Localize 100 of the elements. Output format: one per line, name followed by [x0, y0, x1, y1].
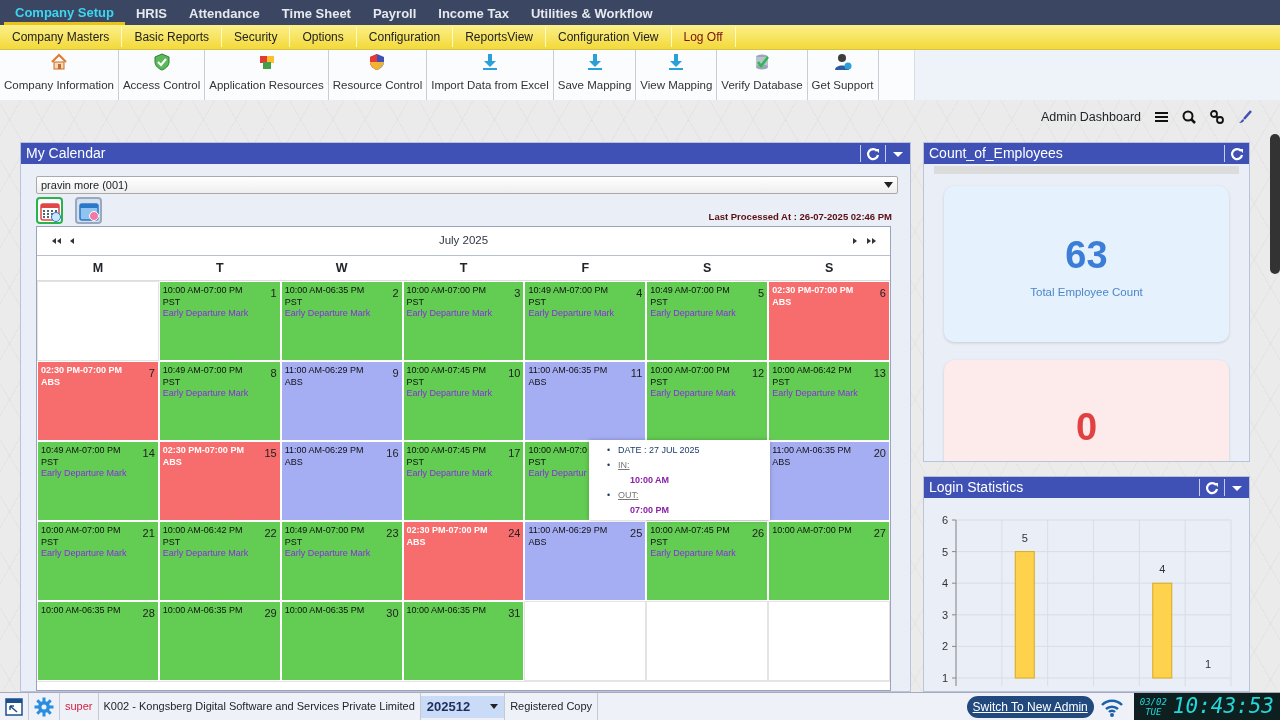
toolbar-button[interactable]: Verify Database — [717, 50, 808, 100]
day-cell[interactable]: 10:49 AM-07:00 PM PST Early Departure Mark 14 — [37, 441, 159, 521]
menu-icon[interactable] — [1155, 111, 1168, 124]
shift-time: 11:00 AM-06:29 PM — [284, 445, 364, 457]
day-cell[interactable]: 10:00 AM-06:35 PM 31 — [402, 601, 525, 681]
log-off-menu-item[interactable]: Log Off — [671, 27, 736, 47]
day-cell[interactable]: 10:00 AM-07:00 PM PST Early Departure Mark 1 — [158, 281, 281, 361]
scrollbar[interactable] — [1270, 134, 1280, 274]
day-cell[interactable]: 10:49 AM-07:00 PM PST Early Departure Mark 5 — [646, 281, 769, 361]
day-cell[interactable]: 11:00 AM-06:35 PM ABS 20 — [768, 441, 890, 521]
day-cell[interactable]: 10:00 AM-07:45 PM PST Early Departure Mark 10 — [402, 361, 525, 441]
status-code: PST — [406, 376, 425, 388]
shift-time: 10:00 AM-07:00 PM — [650, 365, 730, 377]
remark-text: Early Departure Mark — [406, 388, 493, 400]
day-cell[interactable]: 10:00 AM-06:42 PM PST Early Departure Mark 22 — [158, 521, 281, 601]
day-cell[interactable]: 11:00 AM-06:35 PM ABS 11 — [524, 361, 647, 441]
remark-text: Early Departure Mark — [650, 308, 736, 320]
calendar-view-button[interactable] — [36, 197, 63, 224]
house-icon — [49, 52, 68, 71]
day-cell[interactable] — [524, 601, 647, 681]
day-number: 26 — [751, 528, 765, 540]
menu-item[interactable]: Options — [290, 27, 357, 47]
gear-icon[interactable] — [34, 696, 54, 717]
day-cell[interactable]: 10:49 AM-07:00 PM PST Early Departure Mark 4 — [524, 281, 647, 361]
module-tab[interactable]: Attendance — [178, 0, 271, 25]
day-cell[interactable]: 10:00 AM-06:42 PM PST Early Departure Mark 13 — [768, 361, 890, 441]
day-cell[interactable]: 11:00 AM-06:29 PM ABS 16 — [280, 441, 403, 521]
day-number: 15 — [264, 448, 277, 460]
employee-dropdown[interactable]: pravin more (001) — [36, 176, 898, 194]
day-cell[interactable]: 10:00 AM-07:00 PM PST Early Departure Mark 21 — [37, 521, 159, 601]
switch-admin-button[interactable]: Switch To New Admin — [966, 695, 1094, 718]
day-number: 11 — [630, 368, 643, 380]
clock-date: 03/02 — [1139, 696, 1167, 707]
day-cell[interactable]: 10:00 AM-06:35 PM 28 — [37, 601, 159, 681]
day-cell[interactable] — [37, 281, 159, 361]
toolbar-button[interactable]: View Mapping — [636, 50, 718, 100]
day-cell[interactable]: 10:00 AM-07:45 PM PST Early Departure Mark 17 — [402, 441, 525, 521]
module-tab[interactable]: Utilities & Workflow — [519, 0, 664, 25]
day-cell[interactable]: 02:30 PM-07:00 PM ABS 7 — [37, 361, 159, 441]
day-number: 27 — [873, 528, 886, 540]
status-code: PST — [528, 456, 546, 468]
day-cell[interactable]: 10:00 AM-07:00 PM 27 — [768, 521, 890, 601]
menu-item[interactable]: Security — [222, 27, 291, 47]
count-label: Total Employee Count — [1030, 284, 1143, 300]
day-cell[interactable]: 02:30 PM-07:00 PM ABS 24 — [402, 521, 525, 601]
day-cell[interactable]: 10:00 AM-06:35 PM 30 — [280, 601, 403, 681]
toolbar-button[interactable]: Import Data from Excel — [427, 50, 554, 100]
toolbar-button[interactable]: Company Information — [0, 50, 119, 100]
day-cell[interactable]: 10:49 AM-07:00 PM PST Early Departure Mark 8 — [158, 361, 281, 441]
period-dropdown[interactable]: 202512 — [420, 695, 505, 718]
day-cell[interactable]: 10:00 AM-06:35 PM PST Early Departure Mark 2 — [280, 281, 403, 361]
brush-icon[interactable] — [1238, 110, 1252, 125]
day-cell[interactable]: 11:00 AM-06:29 PM ABS 25 — [524, 521, 647, 601]
day-cell[interactable]: 10:00 AM-06:35 PM 29 — [158, 601, 281, 681]
menu-item[interactable]: Configuration View — [546, 27, 672, 47]
toolbar-button[interactable]: Save Mapping — [553, 50, 637, 100]
module-tab[interactable]: Payroll — [361, 0, 428, 25]
shift-time: 10:00 AM-07:00 PM — [162, 285, 243, 297]
menu-item[interactable]: Company Masters — [0, 27, 123, 47]
weekday-header: F — [580, 259, 591, 277]
link-icon[interactable] — [1210, 110, 1224, 125]
window-icon[interactable] — [5, 697, 23, 716]
day-number: 31 — [508, 608, 521, 620]
day-number: 8 — [270, 368, 277, 380]
status-code: PST — [406, 456, 425, 468]
day-number: 21 — [142, 528, 155, 540]
module-tab[interactable]: HRIS — [124, 0, 179, 25]
calendar-view-button[interactable] — [75, 197, 102, 224]
day-cell[interactable]: 10:00 AM-07:00 PM PST Early Departure Mark 3 — [402, 281, 525, 361]
license-text: Registered Copy — [510, 699, 593, 715]
shift-time: 10:00 AM-06:35 PM — [284, 285, 365, 297]
toolbar-button[interactable]: Access Control — [118, 50, 206, 100]
day-cell[interactable] — [768, 601, 890, 681]
menu-item[interactable]: Basic Reports — [122, 27, 223, 47]
day-number: 1 — [270, 288, 277, 300]
day-cell[interactable]: 02:30 PM-07:00 PM ABS 6 — [768, 281, 890, 361]
status-code: ABS — [284, 376, 303, 388]
day-cell[interactable] — [646, 601, 769, 681]
shift-time: 10:00 AM-06:35 PM — [41, 605, 121, 617]
module-tab[interactable]: Time Sheet — [270, 0, 362, 25]
day-cell[interactable]: 10:00 AM-07:45 PM PST Early Departure Mark 26 — [646, 521, 769, 601]
clock-time: 10:43:53 — [1172, 692, 1274, 720]
toolbar-button[interactable]: Application Resources — [205, 50, 329, 100]
remark-text: Early Departure Mark — [772, 388, 858, 400]
day-cell[interactable]: 10:49 AM-07:00 PM PST Early Departure Mark 23 — [280, 521, 403, 601]
menu-item[interactable]: ReportsView — [453, 27, 546, 47]
shift-time: 10:00 AM-06:35 PM — [284, 605, 365, 617]
toolbar-button[interactable]: Resource Control — [328, 50, 428, 100]
remark-text: Early Departure Mark — [162, 308, 249, 320]
company-name: K002 - Kongsberg Digital Software and Services Private Limited — [103, 699, 415, 715]
day-cell[interactable]: 02:30 PM-07:00 PM ABS 15 — [158, 441, 281, 521]
day-cell[interactable]: 11:00 AM-06:29 PM ABS 9 — [280, 361, 403, 441]
shift-time: 10:00 AM-07:00 PM — [41, 525, 121, 537]
search-icon[interactable] — [1182, 110, 1196, 125]
weekday-header: W — [334, 259, 349, 277]
y-tick-label: 5 — [941, 545, 948, 558]
day-cell[interactable]: 10:00 AM-07:00 PM PST Early Departure Mark 12 — [646, 361, 769, 441]
toolbar-button[interactable]: Get Support — [807, 50, 879, 100]
menu-item[interactable]: Configuration — [356, 27, 454, 47]
module-tab[interactable]: Income Tax — [427, 0, 520, 25]
